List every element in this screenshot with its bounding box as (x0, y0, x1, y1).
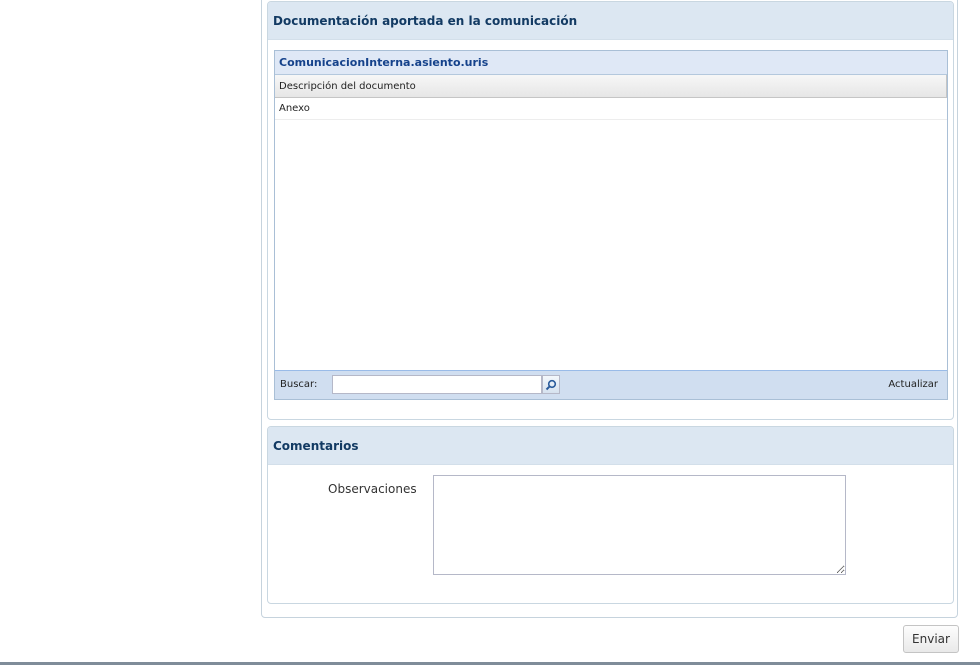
search-input[interactable] (332, 375, 542, 394)
submit-button[interactable]: Enviar (903, 625, 959, 653)
refresh-button[interactable]: Actualizar (888, 379, 938, 390)
documentation-panel-title: Documentación aportada en la comunicació… (268, 2, 953, 40)
comments-panel: Comentarios Observaciones (267, 426, 954, 604)
documentation-panel: Documentación aportada en la comunicació… (267, 1, 954, 420)
grid-title: ComunicacionInterna.asiento.uris (275, 51, 947, 75)
comments-panel-title: Comentarios (268, 427, 953, 465)
search-button[interactable] (542, 375, 560, 394)
observaciones-label: Observaciones (328, 482, 417, 496)
grid-toolbar: Buscar: Actualizar (275, 370, 947, 399)
column-header-description[interactable]: Descripción del documento (275, 75, 947, 98)
table-cell-description: Anexo (279, 103, 310, 114)
observaciones-textarea[interactable] (433, 475, 846, 575)
table-row[interactable]: Anexo (275, 98, 947, 120)
search-icon (545, 379, 557, 390)
documents-grid: ComunicacionInterna.asiento.uris Descrip… (274, 50, 948, 400)
search-label: Buscar: (280, 379, 318, 390)
